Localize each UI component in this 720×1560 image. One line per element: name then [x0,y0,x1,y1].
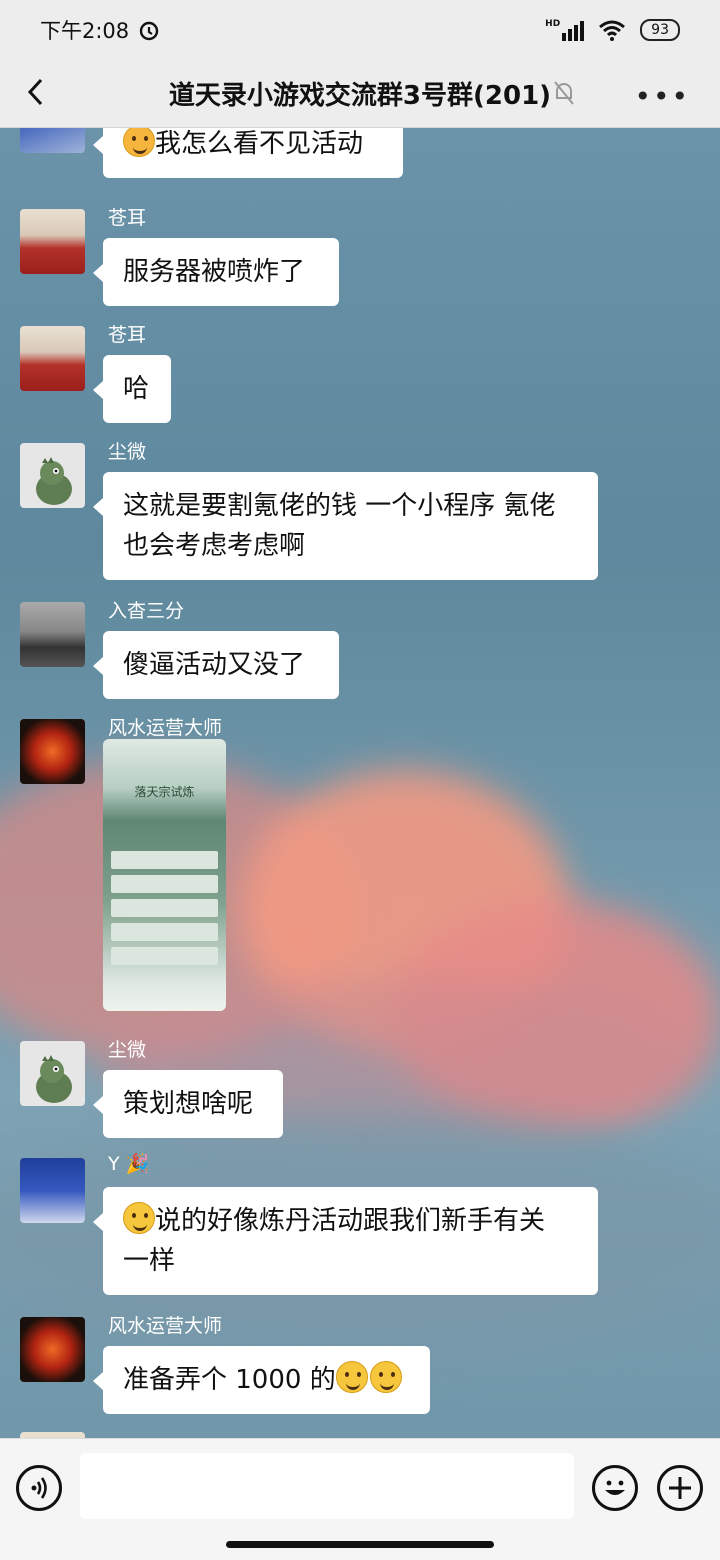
message-bubble[interactable]: 准备弄个 1000 的 [93,1346,430,1414]
sender-name: 入杳三分 [108,600,185,622]
status-bar: 下午2:08 HD 93 [0,0,720,60]
avatar[interactable] [20,1041,85,1106]
grinning-emoji-icon [369,1361,402,1393]
message-bubble[interactable]: 傻逼活动又没了 [93,631,339,699]
image-row [111,851,218,869]
grinning-emoji-icon [335,1361,368,1393]
image-message[interactable]: 落天宗试炼 [103,739,226,1011]
sender-name: 苍耳 [108,207,147,229]
message-bubble[interactable]: 哈 [93,355,171,423]
home-indicator [226,1541,494,1548]
emoji-button[interactable] [592,1465,638,1511]
group-title: 道天录小游戏交流群3号群(201) [168,81,552,111]
status-time: 下午2:08 [40,19,130,43]
avatar[interactable] [20,326,85,391]
more-options-icon[interactable]: ••• [634,80,690,113]
wifi-icon [599,20,626,41]
input-bar [0,1438,720,1560]
sender-name: 风水运营大师 [108,717,223,739]
voice-icon [31,1477,47,1499]
image-caption: 落天宗试炼 [134,785,195,799]
message-bubble[interactable]: 服务器被喷炸了 [93,238,339,306]
mute-bell-icon [554,81,574,105]
message-input[interactable] [80,1453,574,1519]
plus-icon [669,1477,691,1499]
avatar[interactable] [20,1158,85,1223]
image-row [111,899,218,917]
message-bubble[interactable]: 策划想啥呢 [93,1070,283,1138]
crying-emoji-icon [123,128,155,157]
signal-icon: HD [545,19,585,41]
add-attachment-button[interactable] [657,1465,703,1511]
sender-name: 风水运营大师 [108,1315,223,1337]
sender-name: 苍耳 [108,324,147,346]
smiley-icon [605,1480,625,1495]
smiling-emoji-icon [123,1202,155,1234]
message-bubble[interactable]: 我怎么看不见活动 [93,128,403,178]
avatar[interactable] [20,209,85,274]
sender-name: Y 🎉 [108,1153,150,1175]
chat-header: 道天录小游戏交流群3号群(201) ••• [0,60,720,128]
voice-input-button[interactable] [16,1465,62,1511]
dinosaur-avatar-icon [36,1055,72,1103]
avatar[interactable] [20,443,85,508]
avatar[interactable] [20,602,85,667]
avatar[interactable] [20,128,85,153]
battery-indicator: 93 [640,19,680,41]
dinosaur-avatar-icon [36,457,72,505]
message-list: 我怎么看不见活动 苍耳 服务器被喷炸了 苍耳 哈 尘微 这就是要割氪佬的钱 一个 [0,128,720,1438]
message-bubble[interactable]: 说的好像炼丹活动跟我们新手有关 一样 [93,1187,598,1295]
avatar[interactable] [20,1317,85,1382]
image-row [111,923,218,941]
sender-name: 尘微 [108,1039,147,1061]
alarm-icon [139,21,159,41]
message-bubble[interactable]: 这就是要割氪佬的钱 一个小程序 氪佬 也会考虑考虑啊 [93,472,598,580]
sender-name: 尘微 [108,441,147,463]
image-row [111,875,218,893]
party-popper-icon: 🎉 [125,1153,150,1175]
avatar[interactable] [20,719,85,784]
image-row [111,947,218,965]
